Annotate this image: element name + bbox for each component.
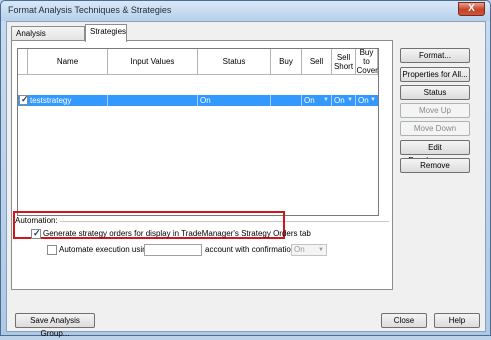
- table-row[interactable]: ✓ teststrategy On On ▼ On ▼ On ▼: [18, 94, 378, 106]
- grid-header-sell-short[interactable]: Sell Short: [332, 49, 356, 75]
- title-bar[interactable]: Format Analysis Techniques & Strategies …: [1, 1, 490, 21]
- cell-input-values: [108, 95, 198, 106]
- grid-header-sell[interactable]: Sell: [302, 49, 332, 75]
- confirmation-select[interactable]: On ▼: [291, 244, 327, 256]
- grid-header-input-values[interactable]: Input Values: [108, 49, 198, 75]
- properties-for-all-button[interactable]: Properties for All...: [400, 67, 470, 82]
- header-label: Sell: [309, 57, 324, 66]
- checkmark-icon: ✓: [33, 228, 41, 238]
- dialog-window: Format Analysis Techniques & Strategies …: [0, 0, 491, 338]
- tab-strategies[interactable]: Strategies: [85, 24, 127, 42]
- button-label: Save Analysis Group...: [30, 316, 80, 338]
- button-label: Format...: [418, 51, 451, 60]
- automation-group-label: Automation:: [15, 216, 60, 225]
- strategy-enable-checkbox[interactable]: ✓: [19, 94, 29, 105]
- strategies-grid[interactable]: Name Input Values Status Buy Sell Sell S…: [17, 48, 379, 216]
- button-label: Remove: [420, 161, 450, 170]
- move-up-button[interactable]: Move Up: [400, 103, 470, 118]
- cell-sell-short-value: On: [334, 96, 345, 105]
- grid-header-buy-to-cover[interactable]: Buy to Cover: [356, 48, 378, 75]
- account-input[interactable]: [144, 244, 202, 256]
- cell-sell-combo[interactable]: On ▼: [302, 95, 332, 106]
- automate-execution-checkbox[interactable]: [47, 245, 57, 255]
- automate-execution-label: Automate execution using: [59, 245, 152, 254]
- tab-label: Strategies: [90, 27, 127, 36]
- button-label: Properties for All...: [402, 70, 468, 79]
- button-label: Help: [448, 316, 466, 325]
- cell-sell-value: On: [304, 96, 315, 105]
- cell-sell-short-combo[interactable]: On ▼: [332, 95, 356, 106]
- window-title: Format Analysis Techniques & Strategies: [8, 5, 172, 15]
- move-down-button[interactable]: Move Down: [400, 121, 470, 136]
- dropdown-arrow-icon: ▼: [347, 97, 353, 103]
- header-label: Buy: [279, 57, 293, 66]
- close-button[interactable]: Close: [381, 313, 427, 328]
- confirmation-select-value: On: [294, 245, 305, 254]
- help-button[interactable]: Help: [434, 313, 480, 328]
- close-icon: X: [468, 3, 475, 14]
- grid-header-buy[interactable]: Buy: [271, 49, 302, 75]
- status-button[interactable]: Status: [400, 85, 470, 100]
- button-label: Close: [393, 316, 415, 325]
- remove-button[interactable]: Remove: [400, 158, 470, 173]
- cell-buy-to-cover-value: On: [358, 96, 369, 105]
- header-label: Buy to Cover: [356, 48, 378, 75]
- format-button[interactable]: Format...: [400, 48, 470, 63]
- confirmation-label: account with confirmation: [205, 245, 296, 254]
- save-analysis-group-button[interactable]: Save Analysis Group...: [15, 313, 95, 338]
- button-label: Move Up: [418, 106, 451, 115]
- grid-header-status[interactable]: Status: [198, 49, 271, 75]
- dialog-client-area: Analysis Techniques Strategies Name Inpu…: [6, 21, 486, 338]
- chevron-down-icon: ▼: [318, 247, 324, 253]
- button-label: Status: [423, 88, 447, 97]
- tab-analysis-techniques[interactable]: Analysis Techniques: [11, 26, 85, 52]
- cell-buy: [271, 95, 302, 106]
- dropdown-arrow-icon: ▼: [370, 97, 376, 103]
- cell-status: On: [198, 95, 271, 106]
- button-label: Move Down: [413, 124, 457, 133]
- generate-orders-checkbox[interactable]: ✓: [31, 228, 41, 239]
- generate-orders-label: Generate strategy orders for display in …: [43, 229, 311, 238]
- window-close-button[interactable]: X: [458, 2, 485, 16]
- header-label: Sell Short: [333, 52, 354, 71]
- grid-header-check: [18, 49, 28, 75]
- header-label: Status: [222, 57, 246, 66]
- cell-name: teststrategy: [28, 95, 108, 106]
- edit-easylanguage-button[interactable]: Edit EasyLanguage: [400, 140, 470, 165]
- header-label: Name: [56, 57, 79, 66]
- grid-header-name[interactable]: Name: [28, 49, 108, 75]
- header-label: Input Values: [130, 57, 175, 66]
- cell-buy-to-cover-combo[interactable]: On ▼: [356, 95, 378, 106]
- dropdown-arrow-icon: ▼: [323, 97, 329, 103]
